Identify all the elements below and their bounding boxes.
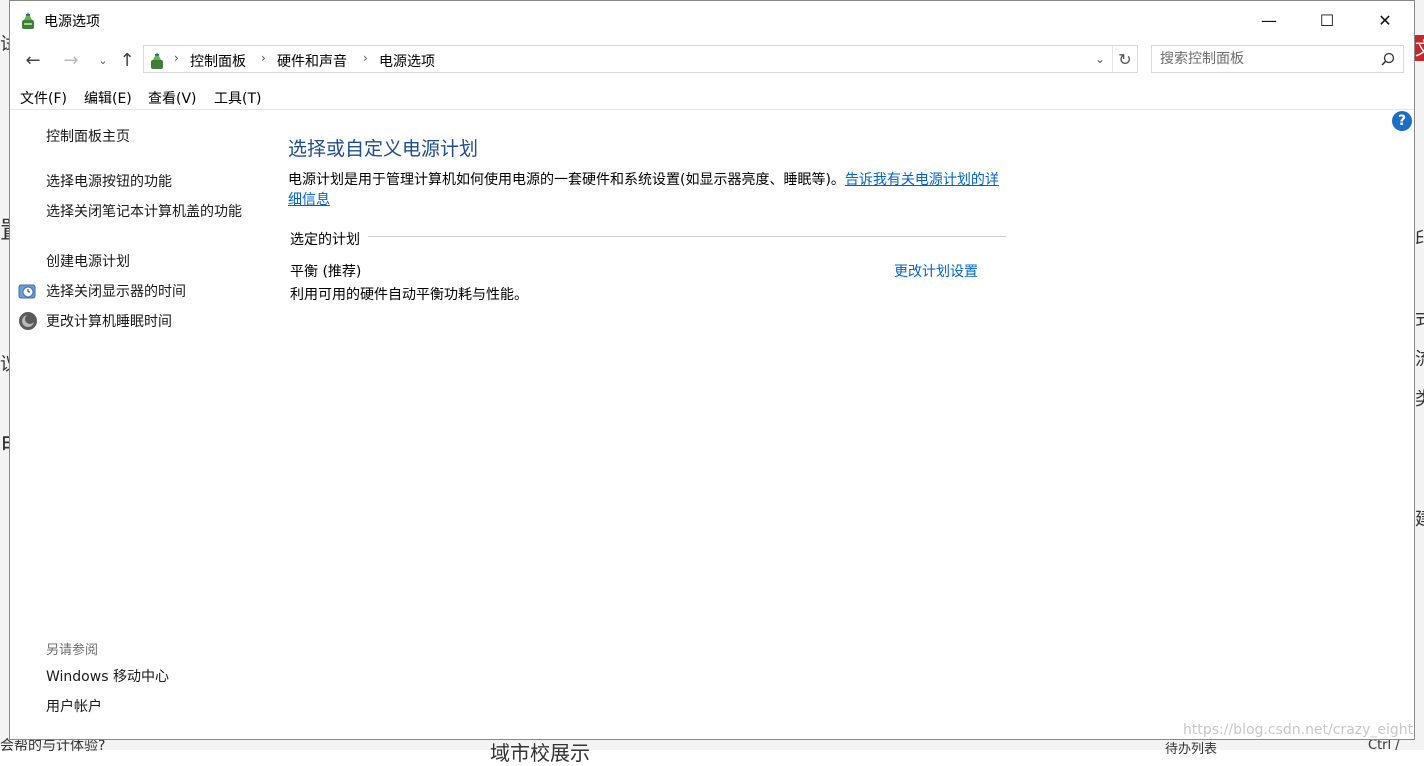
sidebar-link-user-accounts[interactable]: 用户帐户 bbox=[46, 697, 102, 717]
background-text: 域市校展示 bbox=[490, 741, 590, 765]
menu-tools[interactable]: 工具(T) bbox=[214, 88, 261, 108]
title-bar[interactable]: 电源选项 — ☐ ✕ bbox=[10, 1, 1414, 39]
search-input[interactable] bbox=[1152, 46, 1383, 72]
back-button[interactable]: ← bbox=[20, 47, 46, 73]
up-button[interactable]: ↑ bbox=[114, 47, 140, 73]
address-dropdown-button[interactable]: ⌄ bbox=[1089, 46, 1111, 72]
plan-name: 平衡 (推荐) bbox=[290, 264, 362, 280]
breadcrumb-separator: › bbox=[261, 51, 266, 65]
background-window-right bbox=[1415, 0, 1424, 750]
close-button[interactable]: ✕ bbox=[1356, 1, 1414, 39]
power-options-icon bbox=[22, 12, 34, 29]
maximize-button[interactable]: ☐ bbox=[1298, 1, 1356, 39]
background-glyph: 流 bbox=[1415, 345, 1424, 371]
power-options-icon bbox=[151, 52, 163, 69]
navigation-bar: ← → ⌄ ↑ › 控制面板 › 硬件和声音 › 电源选项 ⌄ ↻ bbox=[10, 45, 1414, 75]
sidebar-link-lid-close[interactable]: 选择关闭笔记本计算机盖的功能 bbox=[46, 202, 251, 222]
background-glyph: 建 bbox=[1415, 505, 1424, 531]
menu-bar: 文件(F) 编辑(E) 查看(V) 工具(T) bbox=[10, 85, 1414, 110]
plan-intro-text: 电源计划是用于管理计算机如何使用电源的一套硬件和系统设置(如显示器亮度、睡眠等)… bbox=[288, 172, 845, 188]
change-plan-settings-link[interactable]: 更改计划设置 bbox=[894, 261, 978, 281]
background-text: Ctrl / bbox=[1368, 738, 1400, 753]
help-button[interactable]: ? bbox=[1392, 111, 1412, 131]
background-glyph: 置 bbox=[0, 210, 9, 245]
refresh-button[interactable]: ↻ bbox=[1112, 46, 1137, 72]
watermark: https://blog.csdn.net/crazy_eight bbox=[1183, 722, 1414, 738]
menu-edit[interactable]: 编辑(E) bbox=[84, 88, 132, 108]
plan-description: 利用可用的硬件自动平衡功耗与性能。 bbox=[290, 287, 528, 303]
menu-file[interactable]: 文件(F) bbox=[20, 88, 67, 108]
background-glyph: 文 bbox=[1415, 35, 1424, 61]
background-glyph: 式 bbox=[1415, 305, 1424, 331]
background-glyph: 类 bbox=[1415, 385, 1424, 411]
sidebar-link-control-panel-home[interactable]: 控制面板主页 bbox=[46, 127, 130, 147]
recent-locations-button[interactable]: ⌄ bbox=[90, 47, 116, 73]
breadcrumb-hardware-sound[interactable]: 硬件和声音 bbox=[277, 51, 347, 71]
menu-view[interactable]: 查看(V) bbox=[148, 88, 197, 108]
display-clock-icon bbox=[18, 284, 36, 299]
search-icon[interactable] bbox=[1381, 52, 1395, 66]
sleep-moon-icon bbox=[19, 312, 37, 330]
sidebar-link-create-plan[interactable]: 创建电源计划 bbox=[46, 252, 130, 272]
sidebar-link-power-button[interactable]: 选择电源按钮的功能 bbox=[46, 172, 172, 192]
page-title: 选择或自定义电源计划 bbox=[288, 138, 479, 160]
breadcrumb-control-panel[interactable]: 控制面板 bbox=[190, 51, 246, 71]
background-glyph: 印 bbox=[1415, 225, 1424, 251]
power-options-window: 电源选项 — ☐ ✕ ← → ⌄ ↑ › 控制面板 › 硬件和声音 › 电源选项… bbox=[9, 0, 1415, 740]
breadcrumb-separator: › bbox=[363, 51, 368, 65]
background-glyph: 议 bbox=[0, 350, 9, 376]
section-divider bbox=[368, 236, 1006, 237]
sidebar-link-mobility-center[interactable]: Windows 移动中心 bbox=[46, 667, 169, 687]
see-also-heading: 另请参阅 bbox=[46, 643, 99, 658]
sidebar-link-sleep-time[interactable]: 更改计算机睡眠时间 bbox=[46, 312, 172, 332]
search-box bbox=[1151, 45, 1404, 73]
sidebar: 控制面板主页 选择电源按钮的功能 选择关闭笔记本计算机盖的功能 创建电源计划 选… bbox=[10, 109, 270, 739]
sidebar-link-display-off-time[interactable]: 选择关闭显示器的时间 bbox=[46, 282, 186, 302]
selected-plan-heading: 选定的计划 bbox=[290, 229, 366, 249]
background-text: 待办列表 bbox=[1165, 742, 1218, 757]
breadcrumb-separator: › bbox=[174, 51, 179, 65]
forward-button[interactable]: → bbox=[58, 47, 84, 73]
breadcrumb-power-options[interactable]: 电源选项 bbox=[379, 51, 435, 71]
window-title: 电源选项 bbox=[44, 14, 100, 30]
background-glyph: 电 bbox=[0, 425, 9, 460]
plan-intro: 电源计划是用于管理计算机如何使用电源的一套硬件和系统设置(如显示器亮度、睡眠等)… bbox=[288, 170, 1008, 210]
background-glyph: 试 bbox=[0, 30, 9, 56]
minimize-button[interactable]: — bbox=[1240, 1, 1298, 39]
address-bar[interactable]: › 控制面板 › 硬件和声音 › 电源选项 ⌄ ↻ bbox=[143, 45, 1138, 73]
